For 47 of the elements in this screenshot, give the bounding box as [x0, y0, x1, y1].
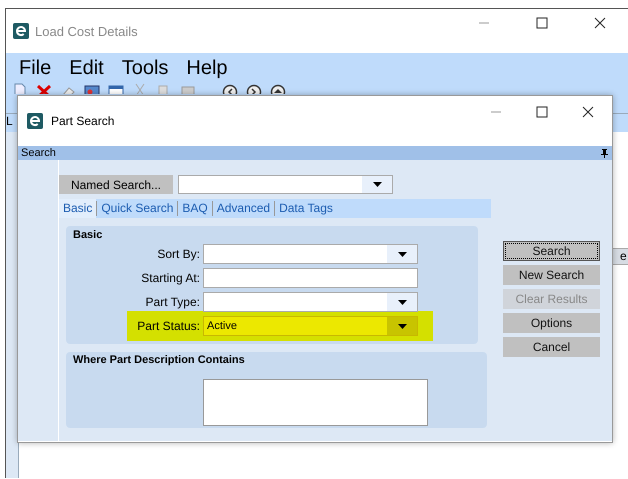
maximize-icon[interactable]	[536, 106, 548, 118]
tab[interactable]: BAQ	[177, 201, 212, 216]
text-area[interactable]	[203, 379, 428, 426]
dropdown-field[interactable]	[203, 244, 418, 264]
dropdown-field[interactable]	[203, 292, 418, 312]
attachment-icon[interactable]	[84, 83, 100, 94]
dropdown-arrow-icon[interactable]	[398, 324, 406, 328]
back-icon[interactable]	[222, 83, 238, 94]
action-button[interactable]: Search	[503, 241, 600, 261]
tab[interactable]: Quick Search	[96, 201, 178, 216]
home-icon[interactable]	[270, 83, 286, 94]
dropdown-arrow-icon[interactable]	[398, 300, 406, 304]
maximize-icon[interactable]	[536, 17, 548, 29]
menu-item[interactable]: File	[16, 56, 54, 80]
menu-item[interactable]: Edit	[66, 56, 107, 80]
window-title: Load Cost Details	[35, 24, 139, 38]
action-button[interactable]: New Search	[503, 265, 600, 285]
dropdown-arrow-icon[interactable]	[372, 182, 382, 187]
panel-title: Search	[21, 147, 56, 159]
field-label: Part Type:	[144, 295, 200, 309]
menu-item[interactable]: Help	[183, 56, 231, 80]
field-label: Part Status:	[136, 319, 200, 333]
pin-icon[interactable]	[601, 148, 608, 158]
group-title: Basic	[73, 229, 104, 243]
close-icon[interactable]	[594, 17, 606, 29]
app-logo-icon	[13, 23, 29, 39]
tab[interactable]: Data Tags	[274, 201, 337, 216]
field-label: Sort By:	[156, 247, 200, 261]
close-icon[interactable]	[582, 106, 594, 118]
menu-item[interactable]: Tools	[118, 56, 172, 80]
field-label: Starting At:	[140, 271, 200, 285]
group-title: Where Part Description Contains	[73, 354, 246, 368]
dropdown-field[interactable]: Active	[203, 316, 418, 336]
action-button[interactable]: Options	[503, 313, 600, 333]
named-search-button[interactable]: Named Search...	[59, 175, 173, 194]
dialog-title: Part Search	[51, 114, 116, 128]
window-icon[interactable]	[108, 83, 124, 94]
app-logo-icon	[27, 113, 43, 129]
tab[interactable]: Advanced	[212, 201, 274, 216]
forward-icon[interactable]	[246, 83, 262, 94]
tab[interactable]: Basic	[59, 199, 96, 218]
dropdown-field[interactable]	[178, 175, 393, 194]
action-button[interactable]: Cancel	[503, 337, 600, 357]
panel-tab[interactable]: L	[6, 114, 13, 128]
delete-icon[interactable]	[36, 83, 52, 94]
dropdown-arrow-icon[interactable]	[398, 252, 406, 256]
input-field[interactable]	[203, 268, 418, 288]
